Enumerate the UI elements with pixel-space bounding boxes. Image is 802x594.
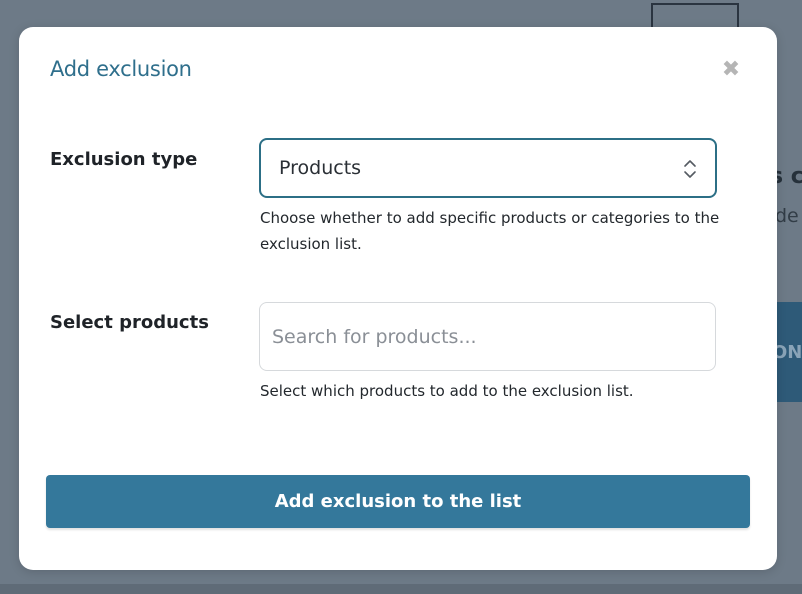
background-text-fragment: de xyxy=(775,205,799,227)
exclusion-type-select[interactable]: Products xyxy=(259,138,717,198)
add-exclusion-button[interactable]: Add exclusion to the list xyxy=(46,475,750,528)
chevron-up-down-icon xyxy=(684,160,696,178)
select-products-label: Select products xyxy=(50,312,209,333)
product-search-input[interactable] xyxy=(259,302,716,371)
exclusion-type-help: Choose whether to add specific products … xyxy=(260,209,720,253)
exclusion-type-label: Exclusion type xyxy=(50,149,198,170)
exclusion-type-selected-value: Products xyxy=(279,157,362,179)
close-icon[interactable]: ✖ xyxy=(719,59,743,83)
background-footer-strip xyxy=(0,584,802,594)
select-products-help: Select which products to add to the excl… xyxy=(260,382,634,400)
add-exclusion-dialog: Add exclusion ✖ Exclusion type Products … xyxy=(19,27,777,570)
dialog-title: Add exclusion xyxy=(50,57,192,81)
